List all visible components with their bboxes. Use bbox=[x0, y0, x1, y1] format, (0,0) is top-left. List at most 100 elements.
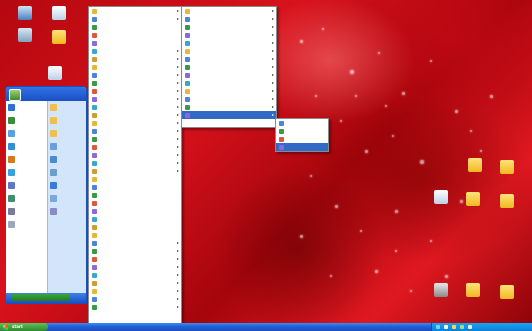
menu-item[interactable]: ▸ bbox=[89, 143, 181, 151]
menu-item[interactable]: ▸ bbox=[89, 295, 181, 303]
security-icon[interactable] bbox=[452, 325, 456, 329]
menu-item[interactable]: ▸ bbox=[182, 31, 276, 39]
menu-item[interactable]: ▸ bbox=[182, 39, 276, 47]
start-menu-place-item[interactable] bbox=[48, 153, 86, 166]
menu-item[interactable]: ▸ bbox=[182, 15, 276, 23]
start-menu-place-item[interactable] bbox=[48, 166, 86, 179]
start-menu-place-item[interactable] bbox=[48, 205, 86, 218]
menu-item[interactable] bbox=[89, 215, 181, 223]
menu-item[interactable]: ▸ bbox=[89, 87, 181, 95]
menu-item[interactable]: ▸ bbox=[89, 255, 181, 263]
menu-item[interactable]: ▸ bbox=[89, 55, 181, 63]
menu-item[interactable]: ▸ bbox=[89, 159, 181, 167]
menu-item[interactable]: ▸ bbox=[89, 95, 181, 103]
menu-item[interactable]: ▸ bbox=[182, 47, 276, 55]
menu-item[interactable]: ▸ bbox=[182, 103, 276, 111]
menu-item[interactable] bbox=[89, 175, 181, 183]
menu-item[interactable]: ▸ bbox=[182, 55, 276, 63]
start-menu-item[interactable] bbox=[6, 192, 47, 205]
menu-item[interactable]: ▸ bbox=[89, 287, 181, 295]
desktop-icon-document[interactable] bbox=[426, 190, 456, 205]
desktop-icon-folder-2[interactable] bbox=[492, 160, 522, 175]
desktop-icon-drive[interactable] bbox=[426, 283, 456, 298]
menu-item[interactable]: ▸ bbox=[182, 7, 276, 15]
start-menu-place-item[interactable] bbox=[48, 179, 86, 192]
start-menu-place-item[interactable] bbox=[48, 140, 86, 153]
menu-item[interactable]: ▸ bbox=[89, 79, 181, 87]
desktop-icon-app[interactable] bbox=[40, 66, 70, 81]
network-icon[interactable] bbox=[436, 325, 440, 329]
user-avatar[interactable] bbox=[9, 89, 21, 101]
desktop-icon-recycle[interactable] bbox=[10, 28, 40, 43]
desktop-icon-folder-5[interactable] bbox=[458, 283, 488, 298]
menu-item[interactable]: ▸ bbox=[89, 111, 181, 119]
start-menu-item[interactable] bbox=[6, 153, 47, 166]
desktop-icon-folder-6[interactable] bbox=[492, 285, 522, 300]
start-menu-item[interactable] bbox=[6, 179, 47, 192]
all-programs-button[interactable] bbox=[12, 294, 70, 301]
desktop-icon-folder-1[interactable] bbox=[460, 158, 490, 173]
menu-item[interactable]: ▸ bbox=[89, 239, 181, 247]
desktop-icon-messenger[interactable] bbox=[44, 6, 74, 21]
desktop-icon-folder-4[interactable] bbox=[492, 194, 522, 209]
start-menu-item[interactable] bbox=[6, 205, 47, 218]
flyout-item[interactable] bbox=[276, 135, 328, 143]
update-icon[interactable] bbox=[460, 325, 464, 329]
menu-item[interactable]: ▸ bbox=[89, 167, 181, 175]
menu-item[interactable]: ▸ bbox=[89, 263, 181, 271]
menu-item[interactable]: ▸ bbox=[182, 23, 276, 31]
desktop-icon-folder-3[interactable] bbox=[458, 192, 488, 207]
start-menu-item[interactable] bbox=[6, 140, 47, 153]
volume-icon[interactable] bbox=[444, 325, 448, 329]
menu-item[interactable]: ▸ bbox=[89, 151, 181, 159]
start-menu-place-item[interactable] bbox=[48, 127, 86, 140]
start-menu-place-item[interactable] bbox=[48, 192, 86, 205]
flyout-item[interactable] bbox=[276, 143, 328, 151]
menu-item[interactable]: ▸ bbox=[182, 79, 276, 87]
start-button[interactable]: start bbox=[0, 323, 48, 331]
menu-item[interactable]: ▸ bbox=[89, 135, 181, 143]
start-menu-item[interactable] bbox=[6, 218, 47, 231]
menu-item[interactable]: ▸ bbox=[182, 63, 276, 71]
menu-item[interactable]: ▸ bbox=[89, 63, 181, 71]
menu-item[interactable]: ▸ bbox=[89, 119, 181, 127]
menu-item[interactable] bbox=[89, 183, 181, 191]
documents-icon bbox=[50, 104, 57, 111]
start-menu-item[interactable] bbox=[6, 127, 47, 140]
desktop-icon-chat[interactable] bbox=[44, 30, 74, 45]
menu-item[interactable]: ▸ bbox=[89, 303, 181, 311]
menu-item[interactable]: ▸ bbox=[89, 47, 181, 55]
menu-item[interactable]: ▸ bbox=[89, 15, 181, 23]
start-menu-place-item[interactable] bbox=[48, 114, 86, 127]
menu-item[interactable]: ▸ bbox=[182, 111, 276, 119]
clock-icon[interactable] bbox=[468, 325, 472, 329]
menu-item[interactable] bbox=[89, 23, 181, 31]
program-icon bbox=[92, 224, 97, 230]
flyout-item[interactable] bbox=[276, 127, 328, 135]
menu-item[interactable]: ▸ bbox=[89, 271, 181, 279]
menu-item[interactable]: ▸ bbox=[89, 103, 181, 111]
menu-item[interactable] bbox=[89, 231, 181, 239]
menu-item[interactable]: ▸ bbox=[89, 247, 181, 255]
menu-item[interactable] bbox=[89, 223, 181, 231]
start-menu-item[interactable] bbox=[6, 166, 47, 179]
flyout-item[interactable] bbox=[276, 119, 328, 127]
start-menu-place-item[interactable] bbox=[48, 101, 86, 114]
menu-item[interactable]: ▸ bbox=[89, 7, 181, 15]
start-menu-item[interactable] bbox=[6, 114, 47, 127]
menu-item[interactable] bbox=[89, 199, 181, 207]
menu-item[interactable]: ▸ bbox=[89, 127, 181, 135]
submenu-arrow-icon: ▸ bbox=[176, 128, 179, 133]
menu-item[interactable] bbox=[89, 31, 181, 39]
submenu-arrow-icon: ▸ bbox=[176, 256, 179, 261]
menu-item[interactable]: ▸ bbox=[89, 279, 181, 287]
menu-item[interactable] bbox=[89, 39, 181, 47]
menu-item[interactable] bbox=[89, 191, 181, 199]
menu-item[interactable]: ▸ bbox=[182, 87, 276, 95]
menu-item[interactable]: ▸ bbox=[89, 71, 181, 79]
menu-item[interactable]: ▸ bbox=[182, 71, 276, 79]
desktop-icon-my-computer[interactable] bbox=[10, 6, 40, 21]
start-menu-item[interactable] bbox=[6, 101, 47, 114]
menu-item[interactable] bbox=[89, 207, 181, 215]
menu-item[interactable]: ▸ bbox=[182, 95, 276, 103]
